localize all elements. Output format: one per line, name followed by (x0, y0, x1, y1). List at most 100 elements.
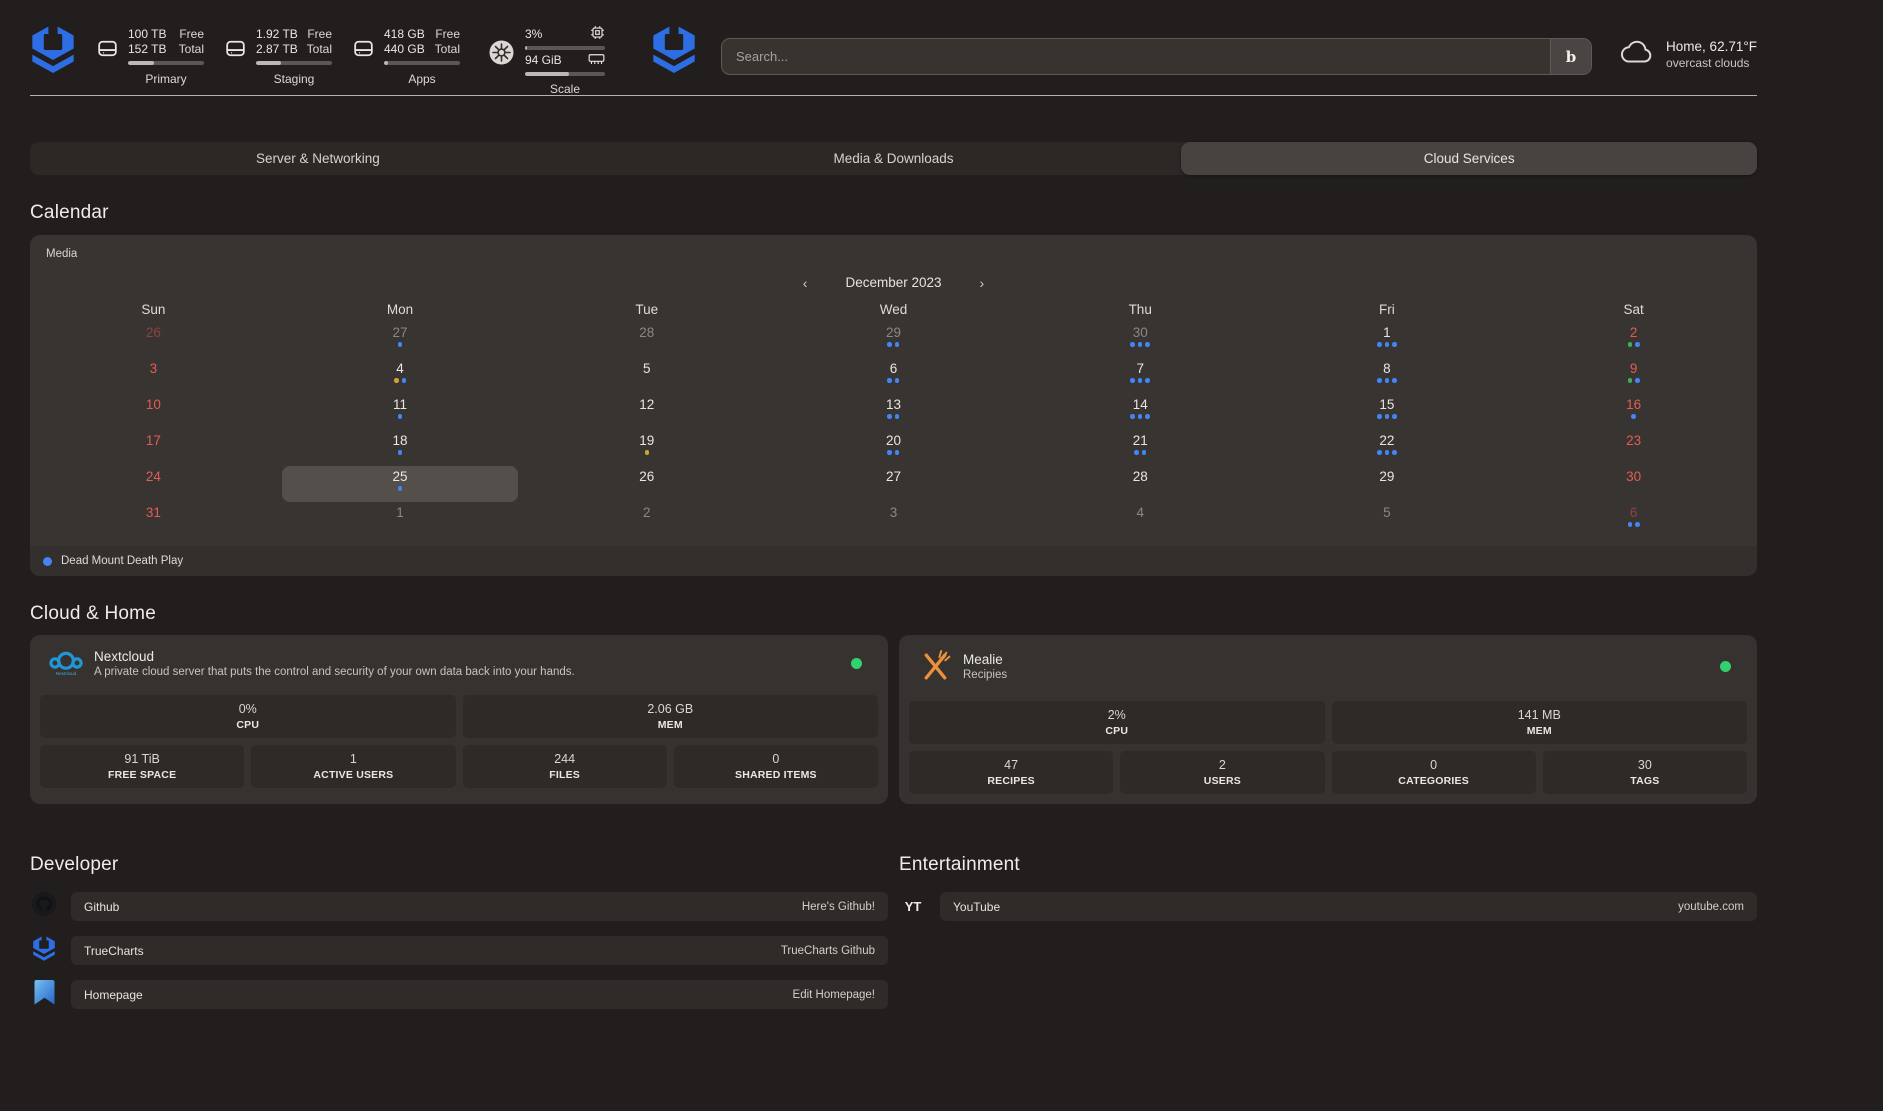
calendar-week: 3 4 5 6 7 (30, 358, 1757, 394)
stat-free-space: 91 TiB FREE SPACE (40, 745, 244, 788)
resource-widget-label: Staging (256, 72, 332, 86)
day-header-fri: Fri (1264, 302, 1511, 317)
truecharts-icon (32, 935, 56, 966)
calendar-day[interactable]: 17 (30, 430, 277, 466)
calendar-day[interactable]: 29 (770, 322, 1017, 358)
link-youtube[interactable]: YouTube youtube.com (940, 892, 1757, 921)
app-card-nextcloud[interactable]: Nextcloud Nextcloud A private cloud serv… (30, 635, 888, 804)
calendar-section-title: Calendar (30, 202, 1757, 224)
calendar-day[interactable]: 3 (770, 502, 1017, 538)
calendar-week: 17 18 19 20 21 (30, 430, 1757, 466)
legend-label: Dead Mount Death Play (61, 555, 183, 567)
stat-label: CATEGORIES (1398, 775, 1469, 787)
calendar-day[interactable]: 29 (1264, 466, 1511, 502)
bing-search-button[interactable]: b (1550, 39, 1591, 74)
calendar-day[interactable]: 1 (277, 502, 524, 538)
calendar-day[interactable]: 26 (30, 322, 277, 358)
calendar-day[interactable]: 9 (1510, 358, 1757, 394)
search-input[interactable] (722, 39, 1550, 74)
tab-server-networking[interactable]: Server & Networking (30, 142, 606, 175)
tab-media-downloads[interactable]: Media & Downloads (606, 142, 1182, 175)
stat-label: FREE SPACE (108, 769, 176, 781)
day-header-sat: Sat (1510, 302, 1757, 317)
calendar-day[interactable]: 2 (523, 502, 770, 538)
stat-recipes: 47 RECIPES (909, 751, 1113, 794)
stat-value: 0 (1430, 758, 1437, 772)
calendar-day[interactable]: 5 (1264, 502, 1511, 538)
calendar-day[interactable]: 28 (1017, 466, 1264, 502)
stat-mem: 141 MB MEM (1332, 701, 1748, 744)
header-divider (30, 95, 1757, 96)
calendar-next-button[interactable]: › (980, 276, 985, 290)
calendar-day[interactable]: 26 (523, 466, 770, 502)
stat-label: MEM (1527, 725, 1552, 737)
calendar-card: Media ‹ December 2023 › Sun Mon Tue Wed … (30, 235, 1757, 576)
stat-label: FILES (549, 769, 580, 781)
stat-label: CPU (236, 719, 259, 731)
calendar-day[interactable]: 12 (523, 394, 770, 430)
calendar-day[interactable]: 19 (523, 430, 770, 466)
link-label: TrueCharts (84, 944, 144, 958)
calendar-day[interactable]: 28 (523, 322, 770, 358)
calendar-day[interactable]: 7 (1017, 358, 1264, 394)
total-value: 440 GB (384, 42, 425, 57)
day-header-thu: Thu (1017, 302, 1264, 317)
developer-section: Developer Github Here's Github! TrueChar… (30, 804, 888, 1009)
stat-value: 0 (772, 752, 779, 766)
link-description: Here's Github! (802, 901, 875, 913)
calendar-day[interactable]: 11 (277, 394, 524, 430)
calendar-day[interactable]: 24 (30, 466, 277, 502)
day-header-wed: Wed (770, 302, 1017, 317)
stat-tags: 30 TAGS (1543, 751, 1747, 794)
calendar-day[interactable]: 30 (1510, 466, 1757, 502)
cloud-home-section-title: Cloud & Home (30, 603, 1757, 625)
homepage-icon (33, 979, 56, 1011)
stat-label: ACTIVE USERS (313, 769, 393, 781)
link-truecharts[interactable]: TrueCharts TrueCharts Github (71, 936, 888, 965)
calendar-prev-button[interactable]: ‹ (803, 276, 808, 290)
calendar-day[interactable]: 22 (1264, 430, 1511, 466)
calendar-day[interactable]: 27 (770, 466, 1017, 502)
calendar-day[interactable]: 27 (277, 322, 524, 358)
calendar-day[interactable]: 15 (1264, 394, 1511, 430)
calendar-day[interactable]: 21 (1017, 430, 1264, 466)
link-github[interactable]: Github Here's Github! (71, 892, 888, 921)
app-subtitle: Recipies (963, 669, 1720, 681)
tab-cloud-services[interactable]: Cloud Services (1181, 142, 1757, 175)
calendar-day[interactable]: 31 (30, 502, 277, 538)
calendar-day[interactable]: 18 (277, 430, 524, 466)
calendar-day[interactable]: 10 (30, 394, 277, 430)
link-row-truecharts: TrueCharts TrueCharts Github (30, 936, 888, 965)
calendar-tab-media[interactable]: Media (30, 235, 93, 260)
calendar-day[interactable]: 13 (770, 394, 1017, 430)
link-homepage[interactable]: Homepage Edit Homepage! (71, 980, 888, 1009)
weather-widget[interactable]: Home, 62.71°F overcast clouds (1618, 38, 1757, 71)
calendar-day[interactable]: 5 (523, 358, 770, 394)
calendar-day[interactable]: 2 (1510, 322, 1757, 358)
stat-label: CPU (1105, 725, 1128, 737)
resource-widget-primary: 100 TBFree 152 TBTotal Primary (95, 27, 204, 86)
calendar-day[interactable]: 30 (1017, 322, 1264, 358)
calendar-day[interactable]: 23 (1510, 430, 1757, 466)
calendar-day[interactable]: 20 (770, 430, 1017, 466)
page-content: 100 TBFree 152 TBTotal Primary 1.92 TBFr… (30, 0, 1757, 1009)
calendar-day[interactable]: 4 (277, 358, 524, 394)
app-subtitle: A private cloud server that puts the con… (94, 666, 851, 678)
link-description: TrueCharts Github (781, 945, 875, 957)
link-row-github: Github Here's Github! (30, 892, 888, 921)
calendar-day[interactable]: 16 (1510, 394, 1757, 430)
calendar-day[interactable]: 4 (1017, 502, 1264, 538)
calendar-day[interactable]: 1 (1264, 322, 1511, 358)
link-description: youtube.com (1678, 901, 1744, 913)
calendar-day[interactable]: 3 (30, 358, 277, 394)
entertainment-section: Entertainment YT YouTube youtube.com (899, 804, 1757, 1009)
app-title: Mealie (963, 652, 1720, 667)
app-card-mealie[interactable]: Mealie Recipies 2% CPU 141 MB MEM 47 REC… (899, 635, 1757, 804)
calendar-day[interactable]: 25 (277, 466, 524, 502)
memory-icon (588, 52, 605, 69)
calendar-day[interactable]: 6 (770, 358, 1017, 394)
calendar-day[interactable]: 6 (1510, 502, 1757, 538)
calendar-day[interactable]: 14 (1017, 394, 1264, 430)
link-label: Github (84, 900, 119, 914)
calendar-day[interactable]: 8 (1264, 358, 1511, 394)
